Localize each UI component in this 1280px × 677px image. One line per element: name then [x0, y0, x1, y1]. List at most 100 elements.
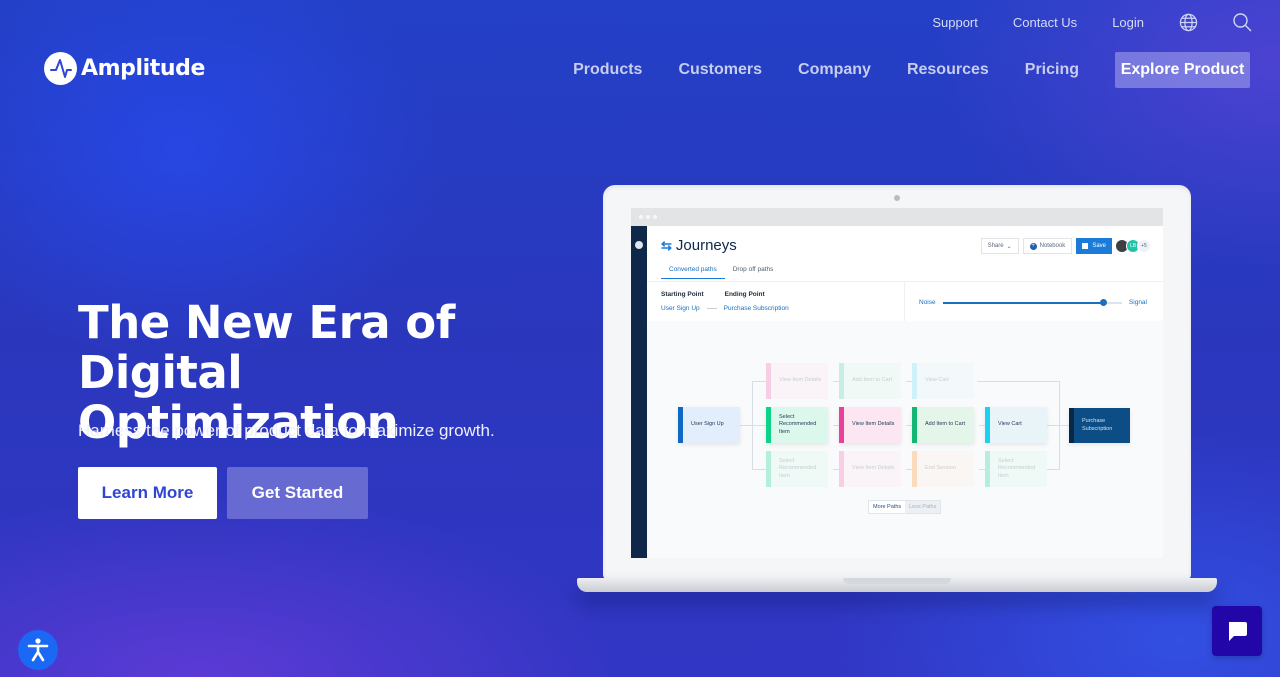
flow-end-label: Purchase Subscription [1082, 418, 1113, 432]
chat-button[interactable] [1212, 606, 1262, 656]
flow-step-label: Add Item to Cart [925, 421, 966, 428]
flow-step-label: View Item Details [852, 421, 895, 428]
flow-connector [1047, 425, 1069, 426]
flow-step-node: Select Recommended Item [766, 451, 828, 487]
less-paths-button: Less Paths [905, 501, 941, 513]
flow-step-node: Select Recommended Item [985, 451, 1047, 487]
contact-us-link[interactable]: Contact Us [1013, 15, 1077, 30]
flow-step-label: Select Recommended Item [998, 457, 1036, 479]
journeys-title-text: Journeys [675, 237, 737, 254]
flow-step-node: View Cart [985, 407, 1047, 443]
flow-step-node: Add Item to Cart [912, 407, 974, 443]
get-started-button[interactable]: Get Started [227, 467, 368, 519]
starting-point-label: Starting Point [661, 291, 704, 298]
laptop-camera [894, 195, 900, 201]
nav-resources[interactable]: Resources [907, 61, 989, 79]
flow-step-node: View Cart [912, 363, 974, 399]
flow-step-node: View Item Details [839, 451, 901, 487]
laptop-notch [843, 578, 951, 584]
app-logo-icon [635, 241, 643, 249]
flow-connector [752, 381, 766, 382]
notebook-label: Notebook [1039, 243, 1066, 249]
nav-customers[interactable]: Customers [678, 61, 762, 79]
window-dot [639, 215, 643, 219]
brand-name: Amplitude [81, 56, 206, 81]
slider-thumb [1100, 299, 1108, 306]
chat-icon [1229, 622, 1247, 641]
app-tabs: Converted paths Drop off paths [661, 266, 781, 279]
chevron-down-icon: ⌄ [1006, 243, 1012, 250]
starting-point-value: User Sign Up [661, 305, 700, 312]
flow-connector [977, 381, 1060, 382]
search-icon[interactable] [1232, 12, 1252, 32]
more-paths-button: More Paths [869, 501, 906, 513]
globe-icon[interactable] [1178, 12, 1198, 32]
support-link[interactable]: Support [932, 15, 978, 30]
tab-drop-off-paths: Drop off paths [732, 266, 774, 273]
journey-flow: User Sign Up View Item Details Add Item t… [647, 321, 1163, 558]
flow-start-node: User Sign Up [678, 407, 740, 443]
accessibility-icon [27, 638, 49, 662]
explore-product-button[interactable]: Explore Product [1115, 52, 1250, 88]
flow-step-label: View Cart [998, 421, 1022, 428]
utility-nav: Support Contact Us Login [897, 12, 1252, 32]
slider-track [942, 299, 1122, 306]
hero-subtitle: Harness the power of product data to max… [78, 421, 495, 440]
flow-step-node: Add Item to Cart [839, 363, 901, 399]
divider [904, 282, 905, 321]
notebook-button: + Notebook [1022, 238, 1073, 254]
paths-toggle: More Paths Less Paths [868, 500, 942, 514]
browser-bar [631, 208, 1163, 226]
journeys-icon: ⇆ [661, 237, 672, 253]
accessibility-button[interactable] [18, 630, 58, 670]
flow-end-node: Purchase Subscription [1069, 408, 1130, 443]
amplitude-logo-icon [44, 52, 77, 85]
save-icon [1082, 243, 1089, 249]
share-label: Share [987, 243, 1004, 249]
flow-step-node: End Session [912, 451, 974, 487]
flow-step-node: Select Recommended Item [766, 407, 828, 443]
flow-step-label: End Session [925, 465, 956, 472]
flow-connector [740, 425, 752, 426]
start-end-points: Starting Point Ending Point User Sign Up… [661, 291, 789, 312]
save-button: Save [1076, 238, 1112, 254]
hero-title-line-1: The New Era of [78, 296, 455, 349]
flow-step-label: Select Recommended Item [779, 457, 817, 479]
app-sidebar [631, 226, 647, 558]
flow-step-label: Select Recommended Item [779, 413, 817, 435]
flow-step-label: View Cart [925, 377, 949, 384]
window-dot [646, 215, 650, 219]
flow-step-label: View Item Details [779, 377, 822, 384]
amplitude-logo[interactable]: Amplitude [44, 52, 205, 85]
flow-step-label: Add Item to Cart [852, 377, 893, 384]
connector-line [706, 308, 717, 309]
flow-step-label: View Item Details [852, 465, 895, 472]
flow-connector [752, 425, 766, 426]
path-settings: Starting Point Ending Point User Sign Up… [647, 281, 1163, 321]
flow-start-label: User Sign Up [691, 421, 724, 428]
plus-icon: + [1029, 242, 1037, 250]
app-screenshot: ⇆ Journeys Share ⌄ + Notebook Save LB +5… [631, 208, 1163, 558]
flow-connector [752, 469, 766, 470]
more-avatars-badge: +5 [1137, 239, 1151, 253]
noise-signal-slider: Noise Signal [919, 299, 1147, 306]
app-main: ⇆ Journeys Share ⌄ + Notebook Save LB +5… [647, 226, 1163, 558]
tab-converted-paths: Converted paths [661, 266, 725, 279]
nav-company[interactable]: Company [798, 61, 871, 79]
nav-products[interactable]: Products [573, 61, 642, 79]
flow-step-node: View Item Details [766, 363, 828, 399]
main-nav: Products Customers Company Resources Pri… [573, 52, 1250, 88]
learn-more-button[interactable]: Learn More [78, 467, 217, 519]
flow-connector [1059, 381, 1060, 469]
login-link[interactable]: Login [1112, 15, 1144, 30]
flow-step-node: View Item Details [839, 407, 901, 443]
signal-label: Signal [1128, 299, 1147, 306]
slider-fill [942, 301, 1104, 304]
share-button: Share ⌄ [980, 238, 1019, 254]
app-header: ⇆ Journeys Share ⌄ + Notebook Save LB +5… [647, 226, 1163, 321]
nav-pricing[interactable]: Pricing [1025, 61, 1079, 79]
flow-connector [1047, 469, 1060, 470]
app-actions: Share ⌄ + Notebook Save LB +5 [980, 238, 1151, 254]
save-label: Save [1092, 243, 1106, 249]
noise-label: Noise [919, 299, 936, 306]
